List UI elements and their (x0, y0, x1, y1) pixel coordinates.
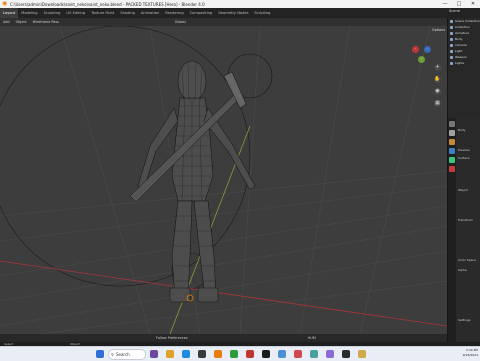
viewport-footer: Follow Preferences HUM (0, 334, 447, 342)
window-controls: — □ ✕ (438, 0, 480, 8)
viewport-scene (0, 26, 447, 334)
tab-animation[interactable]: Animation (138, 8, 162, 18)
gizmo-y-icon[interactable]: · (418, 56, 425, 63)
edge-browser-icon[interactable] (182, 350, 190, 358)
zoom-icon[interactable]: + (434, 64, 441, 71)
tool-tab-icon[interactable] (449, 121, 455, 127)
color-space-row[interactable]: Color Space (458, 258, 476, 262)
options-dropdown[interactable]: Options (432, 28, 445, 32)
blender-taskbar-icon[interactable] (214, 350, 222, 358)
mesh-icon (450, 55, 453, 59)
tab-modeling[interactable]: Modeling (18, 8, 40, 18)
follow-preferences-label[interactable]: Follow Preferences (156, 336, 188, 340)
collection-icon (450, 25, 453, 29)
floor-grid (0, 26, 447, 334)
search-icon: ⚲ (111, 352, 114, 357)
outliner-panel: Scene Collection Collection Armature Bod… (447, 18, 480, 118)
preview-section[interactable]: Preview (458, 148, 470, 152)
task-view-icon[interactable] (150, 350, 158, 358)
clock-date: 9/18/2024 (462, 353, 478, 357)
alpha-row[interactable]: Alpha (458, 268, 467, 272)
app-icon[interactable] (358, 350, 366, 358)
app-icon[interactable] (326, 350, 334, 358)
tab-uv-editing[interactable]: UV Editing (63, 8, 88, 18)
maximize-icon[interactable]: □ (452, 0, 466, 8)
gizmo-z-icon[interactable]: · (424, 46, 431, 53)
tab-geometry-nodes[interactable]: Geometry Nodes (215, 8, 251, 18)
app-icon[interactable] (310, 350, 318, 358)
3d-viewport[interactable]: Options · · · + ✋ ◉ ▦ (0, 26, 447, 334)
file-explorer-icon[interactable] (166, 350, 174, 358)
taskbar-search[interactable]: ⚲ Search (108, 349, 146, 360)
scene-selector[interactable]: Scene (449, 9, 460, 13)
material-name[interactable]: Body (458, 128, 466, 132)
app-icon[interactable] (294, 350, 302, 358)
hum-dropdown[interactable]: HUM (308, 336, 316, 340)
app-icon[interactable] (246, 350, 254, 358)
window-title: C:\Users\admin\Downloads\saint_neko\sain… (10, 1, 205, 7)
add-menu[interactable]: Add (0, 20, 13, 24)
camera-view-icon[interactable]: ◉ (434, 88, 441, 95)
pan-hand-icon[interactable]: ✋ (434, 76, 441, 83)
tab-sculpting[interactable]: Sculpting (41, 8, 64, 18)
windows-taskbar: ⚲ Search 3:30 PM 9/18/2024 (0, 346, 480, 361)
app-icon[interactable] (230, 350, 238, 358)
object-menu[interactable]: Object (13, 20, 30, 24)
viewport-header: Add Object Wireframe Pass Global (0, 18, 447, 26)
tab-texture-paint[interactable]: Texture Paint (88, 8, 117, 18)
blender-logo-icon: ◉ (2, 0, 8, 7)
surface-section[interactable]: Surface (458, 156, 469, 160)
app-icon[interactable] (342, 350, 350, 358)
workspace-tabs: Layout Modeling Sculpting UV Editing Tex… (0, 8, 480, 18)
mesh-icon (450, 37, 453, 41)
store-icon[interactable] (198, 350, 206, 358)
tab-scripting[interactable]: Scripting (251, 8, 273, 18)
object-tab-icon[interactable] (449, 139, 455, 145)
modifier-tab-icon[interactable] (449, 148, 455, 154)
physics-tab-icon[interactable] (449, 157, 455, 163)
collection-icon (450, 19, 453, 23)
transform-row[interactable]: Transform (458, 218, 473, 222)
camera-icon (450, 43, 453, 47)
tab-compositing[interactable]: Compositing (187, 8, 216, 18)
properties-panel: Body Preview Surface Object Transform Co… (447, 118, 480, 342)
transform-orientation-dropdown[interactable]: Global (172, 20, 189, 24)
windows-start-icon[interactable] (96, 350, 104, 358)
perspective-grid-icon[interactable]: ▦ (434, 100, 441, 107)
minimize-icon[interactable]: — (438, 0, 452, 8)
search-placeholder: Search (115, 352, 130, 357)
app-icon[interactable] (278, 350, 286, 358)
object-row[interactable]: Object (458, 188, 468, 192)
properties-tabs (448, 118, 456, 342)
tab-rendering[interactable]: Rendering (162, 8, 186, 18)
x-axis-line (0, 260, 447, 327)
wireframe-pass-dropdown[interactable]: Wireframe Pass (30, 20, 62, 24)
terminal-icon[interactable] (262, 350, 270, 358)
material-tab-icon[interactable] (449, 166, 455, 172)
armature-icon (450, 31, 453, 35)
light-icon (450, 49, 453, 53)
window-titlebar: ◉ C:\Users\admin\Downloads\saint_neko\sa… (0, 0, 480, 8)
gizmo-x-icon[interactable]: · (412, 46, 419, 53)
tab-layout[interactable]: Layout (0, 8, 19, 18)
close-icon[interactable]: ✕ (466, 0, 480, 8)
taskbar-clock[interactable]: 3:30 PM 9/18/2024 (463, 348, 478, 358)
settings-row[interactable]: Settings (458, 318, 470, 322)
collection-icon (450, 61, 453, 65)
tab-shading[interactable]: Shading (117, 8, 138, 18)
render-tab-icon[interactable] (449, 130, 455, 136)
outliner-item[interactable]: Lights (448, 60, 480, 66)
